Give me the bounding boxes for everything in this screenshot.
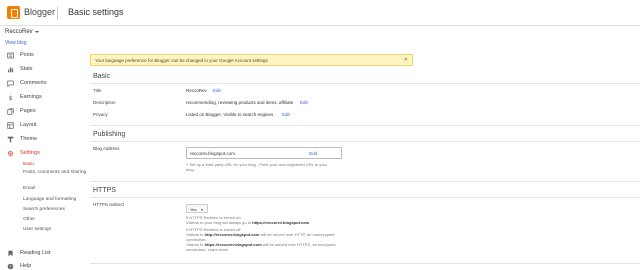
sidebar-item-label: Theme [20, 136, 38, 142]
section-divider [90, 141, 640, 142]
sidebar-item-label: Layout [20, 122, 37, 128]
layout-icon [7, 122, 14, 129]
sidebar-item-label: Reading List [20, 250, 51, 256]
note-line: Visitors to http://reccorev.blogspot.com… [186, 232, 335, 237]
section-divider [90, 197, 640, 198]
section-divider [90, 83, 640, 84]
sidebar-item-label: Stats [20, 66, 33, 72]
page-title: Basic settings [68, 7, 124, 17]
app-name[interactable]: Blogger [24, 7, 55, 17]
sidebar-item-settings[interactable]: Settings [0, 148, 85, 160]
section-heading-https: HTTPS [93, 187, 116, 194]
blog-address-label: Blog Address [93, 146, 120, 151]
description-label: Description [93, 100, 116, 105]
sidebar-item-comments[interactable]: Comments [0, 78, 85, 90]
blog-selector[interactable]: ReccoRev [5, 29, 33, 35]
https-off-note: If HTTPS Redirect is turned off: Visitor… [186, 227, 335, 252]
https-on-note: If HTTPS Redirect is turned on: Visitors… [186, 215, 309, 225]
section-divider [90, 125, 640, 126]
section-heading-publishing: Publishing [93, 131, 126, 138]
earnings-icon: $ [9, 95, 13, 101]
help-line: + Set up a third-party URL for your blog… [186, 162, 327, 167]
note-text: will be served over HTTPS, an encrypted [261, 242, 336, 247]
svg-text:$: $ [9, 95, 13, 101]
top-bar: Blogger Basic settings [0, 0, 640, 26]
comments-icon [7, 80, 14, 87]
sidebar-item-stats[interactable]: Stats [0, 64, 85, 76]
chevron-down-icon[interactable] [35, 31, 39, 33]
sidebar-item-earnings[interactable]: $ Earnings [0, 92, 85, 104]
blogger-logo-icon[interactable] [7, 6, 20, 19]
learn-more-line[interactable]: connection. Learn more [186, 247, 335, 252]
title-label: Title [93, 88, 102, 93]
https-redirect-value: Yes [190, 207, 197, 212]
section-heading-basic: Basic [93, 73, 111, 80]
note-line: Visitors to your blog will always go to … [186, 220, 309, 225]
section-divider [90, 263, 640, 264]
sidebar-item-layout[interactable]: Layout [0, 120, 85, 132]
sidebar-item-label: Comments [20, 80, 47, 86]
note-url: https://reccorev.blogspot.com [252, 220, 310, 225]
note-text: Visitors to your blog will always go to [186, 220, 253, 225]
https-redirect-label: HTTPS redirect [93, 202, 125, 207]
blog-address-field[interactable]: reccorev.blogspot.com Edit [186, 147, 342, 159]
settings-subitem-email[interactable]: Email [23, 186, 35, 191]
settings-subitem-search-preferences[interactable]: Search preferences [23, 207, 65, 212]
chevron-down-icon [201, 209, 203, 211]
svg-text:?: ? [9, 264, 11, 269]
language-banner: Your language preference for Blogger can… [90, 54, 413, 66]
settings-subitem-language-formatting[interactable]: Language and formatting [23, 197, 76, 202]
title-value: ReccoRev [186, 88, 207, 93]
https-redirect-select[interactable]: Yes [186, 204, 208, 213]
note-url: http://reccorev.blogspot.com [204, 232, 260, 237]
sidebar-item-theme[interactable]: Theme [0, 134, 85, 146]
topbar-divider [57, 6, 58, 20]
title-edit-link[interactable]: Edit [213, 88, 221, 93]
settings-subitem-user-settings[interactable]: User settings [23, 227, 51, 232]
sidebar-item-label: Earnings [20, 94, 42, 100]
close-icon[interactable]: ✕ [404, 57, 408, 63]
sidebar-item-reading-list[interactable]: Reading List [0, 248, 85, 260]
sidebar-item-help[interactable]: ? Help [0, 261, 85, 270]
settings-subitem-posts-comments-sharing[interactable]: Posts, comments and sharing [23, 170, 86, 175]
sidebar-item-label: Help [20, 263, 32, 269]
blog-address-value: reccorev.blogspot.com [190, 151, 235, 156]
third-party-url-help[interactable]: + Set up a third-party URL for your blog… [186, 162, 346, 172]
description-value: recommending, reviewing products and ite… [186, 100, 294, 105]
pages-icon [7, 108, 14, 115]
bookmark-icon [8, 250, 13, 257]
blog-address-edit-link[interactable]: Edit [309, 151, 317, 156]
note-text: will be served over HTTP, an unencrypted [259, 232, 335, 237]
privacy-value: Listed on Blogger. Visible to search eng… [186, 112, 274, 117]
privacy-edit-link[interactable]: Edit [282, 112, 290, 117]
help-icon: ? [7, 263, 14, 270]
sidebar-item-pages[interactable]: Pages [0, 106, 85, 118]
gear-icon [7, 150, 14, 157]
stats-icon [8, 67, 14, 73]
settings-subitem-other[interactable]: Other [23, 217, 35, 222]
view-blog-link[interactable]: View blog [5, 40, 27, 46]
banner-text: Your language preference for Blogger can… [95, 58, 268, 63]
help-line: blog. [186, 167, 195, 172]
section-divider [90, 181, 640, 182]
settings-subitem-basic[interactable]: Basic [23, 162, 35, 167]
theme-icon [7, 136, 14, 143]
privacy-label: Privacy [93, 112, 108, 117]
sidebar-item-posts[interactable]: Posts [0, 50, 85, 62]
sidebar-item-label: Pages [20, 108, 36, 114]
sidebar-item-label: Settings [20, 150, 40, 156]
description-edit-link[interactable]: Edit [300, 100, 308, 105]
sidebar-item-label: Posts [20, 52, 34, 58]
posts-icon [7, 52, 14, 59]
